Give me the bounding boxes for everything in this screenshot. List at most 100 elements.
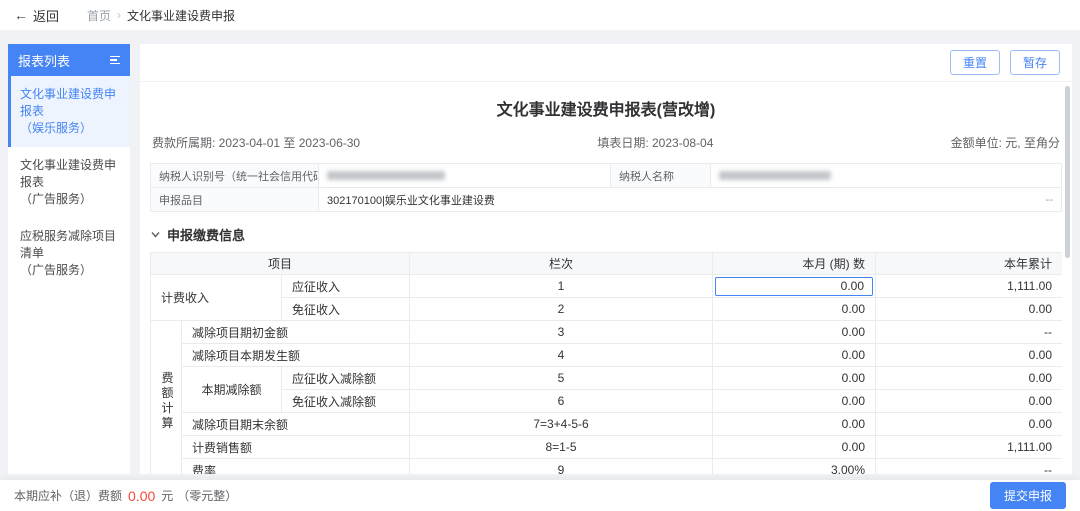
header-item: 项目 — [151, 253, 410, 275]
row-ytd: -- — [876, 321, 1062, 344]
amount-unit-label: 元 — [161, 487, 173, 504]
sidebar-item-sublabel: （广告服务） — [20, 191, 122, 208]
submit-declaration-button[interactable]: 提交申报 — [990, 482, 1066, 509]
row-current: 0.00 — [713, 390, 876, 413]
row-label: 免征收入 — [282, 298, 410, 321]
row-label: 应征收入减除额 — [282, 367, 410, 390]
row-current: 0.00 — [713, 436, 876, 459]
form-toolbar: 重置 暂存 — [140, 44, 1072, 82]
row-current: 0.00 — [713, 321, 876, 344]
row-column-no: 8=1-5 — [410, 436, 713, 459]
group-fee-calculation: 费额计算 — [151, 321, 182, 475]
taxable-income-current-input[interactable] — [715, 277, 873, 296]
collapse-menu-icon[interactable] — [110, 56, 120, 65]
table-row: 费率 9 3.00% -- — [151, 459, 1063, 475]
row-label: 费率 — [182, 459, 410, 475]
declare-item-extra: -- — [1046, 194, 1053, 206]
declaration-table: 项目 栏次 本月 (期) 数 本年累计 计费收入 应征收入 1 1,111.00 — [150, 252, 1062, 474]
header-current-period: 本月 (期) 数 — [713, 253, 876, 275]
report-list-sidebar: 报表列表 文化事业建设费申报表 （娱乐服务） 文化事业建设费申报表 （广告服务）… — [8, 44, 130, 474]
top-bar: ← 返回 首页 › 文化事业建设费申报 — [0, 0, 1080, 30]
group-current-deduction: 本期减除额 — [182, 367, 282, 413]
section-title: 申报缴费信息 — [167, 225, 245, 244]
table-row: 费额计算 减除项目期初金额 3 0.00 -- — [151, 321, 1063, 344]
payment-summary: 本期应补（退）费额 0.00 元 （零元整） — [14, 487, 237, 504]
sidebar-item-advertising-report[interactable]: 文化事业建设费申报表 （广告服务） — [8, 147, 130, 218]
breadcrumb-current: 文化事业建设费申报 — [127, 7, 235, 24]
fee-period: 费款所属期: 2023-04-01 至 2023-06-30 — [152, 134, 360, 151]
redacted-taxpayer-name — [719, 171, 831, 180]
table-row: 本期减除额 应征收入减除额 5 0.00 0.00 — [151, 367, 1063, 390]
sidebar-item-sublabel: （娱乐服务） — [20, 120, 122, 137]
back-arrow-icon: ← — [14, 8, 28, 22]
row-ytd: 1,111.00 — [876, 275, 1062, 298]
table-row: 减除项目本期发生额 4 0.00 0.00 — [151, 344, 1063, 367]
sidebar-item-deduction-list[interactable]: 应税服务减除项目清单 （广告服务） — [8, 218, 130, 289]
table-header-row: 项目 栏次 本月 (期) 数 本年累计 — [151, 253, 1063, 275]
row-ytd: 0.00 — [876, 413, 1062, 436]
taxpayer-info-table: 纳税人识别号（统一社会信用代码） 纳税人名称 申报品目 302170100|娱乐… — [150, 163, 1062, 212]
back-label: 返回 — [33, 6, 59, 25]
sidebar-header: 报表列表 — [8, 44, 130, 76]
redacted-taxpayer-id — [327, 171, 445, 180]
table-row: 计费销售额 8=1-5 0.00 1,111.00 — [151, 436, 1063, 459]
fill-date: 填表日期: 2023-08-04 — [597, 134, 713, 151]
breadcrumb: 首页 › 文化事业建设费申报 — [87, 7, 235, 24]
bottom-action-bar: 本期应补（退）费额 0.00 元 （零元整） 提交申报 — [0, 480, 1080, 511]
row-column-no: 3 — [410, 321, 713, 344]
sidebar-item-entertainment-report[interactable]: 文化事业建设费申报表 （娱乐服务） — [8, 76, 130, 147]
row-label: 免征收入减除额 — [282, 390, 410, 413]
row-column-no: 5 — [410, 367, 713, 390]
row-current: 0.00 — [713, 344, 876, 367]
sidebar-item-label: 文化事业建设费申报表 — [20, 86, 122, 120]
report-form-panel: 重置 暂存 文化事业建设费申报表(营改增) 费款所属期: 2023-04-01 … — [140, 44, 1072, 474]
reset-button[interactable]: 重置 — [950, 50, 1000, 75]
row-ytd: 0.00 — [876, 390, 1062, 413]
declare-item-value-cell: 302170100|娱乐业文化事业建设费 -- — [319, 188, 1062, 212]
row-current: 0.00 — [713, 298, 876, 321]
row-label: 应征收入 — [282, 275, 410, 298]
row-column-no: 9 — [410, 459, 713, 475]
declare-item-label: 申报品目 — [151, 188, 319, 212]
declaration-table-container: 项目 栏次 本月 (期) 数 本年累计 计费收入 应征收入 1 1,111.00 — [150, 252, 1062, 474]
row-label: 减除项目期初金额 — [182, 321, 410, 344]
sidebar-item-label: 应税服务减除项目清单 — [20, 228, 122, 262]
taxpayer-name-label: 纳税人名称 — [611, 164, 711, 188]
breadcrumb-home[interactable]: 首页 — [87, 7, 111, 24]
row-column-no: 6 — [410, 390, 713, 413]
breadcrumb-separator: › — [117, 8, 121, 22]
row-column-no: 1 — [410, 275, 713, 298]
row-column-no: 2 — [410, 298, 713, 321]
amount-capital: （零元整） — [177, 487, 237, 504]
taxpayer-id-value — [319, 164, 611, 188]
sidebar-item-label: 文化事业建设费申报表 — [20, 157, 122, 191]
vertical-scrollbar[interactable] — [1065, 86, 1070, 258]
row-label: 计费销售额 — [182, 436, 410, 459]
row-label: 减除项目本期发生额 — [182, 344, 410, 367]
taxpayer-name-value — [711, 164, 1062, 188]
header-year-to-date: 本年累计 — [876, 253, 1062, 275]
row-ytd: 1,111.00 — [876, 436, 1062, 459]
sidebar-title: 报表列表 — [18, 51, 70, 70]
payable-amount: 0.00 — [128, 488, 155, 504]
back-button[interactable]: ← 返回 — [14, 6, 59, 25]
row-current: 0.00 — [713, 413, 876, 436]
row-ytd: 0.00 — [876, 344, 1062, 367]
row-ytd: 0.00 — [876, 298, 1062, 321]
row-label: 减除项目期末余额 — [182, 413, 410, 436]
row-column-no: 7=3+4-5-6 — [410, 413, 713, 436]
report-title: 文化事业建设费申报表(营改增) — [140, 96, 1072, 120]
row-current: 0.00 — [713, 367, 876, 390]
group-billable-income: 计费收入 — [151, 275, 282, 321]
summary-prefix: 本期应补（退）费额 — [14, 487, 122, 504]
report-meta-row: 费款所属期: 2023-04-01 至 2023-06-30 填表日期: 202… — [152, 134, 1060, 151]
table-row: 减除项目期末余额 7=3+4-5-6 0.00 0.00 — [151, 413, 1063, 436]
stash-button[interactable]: 暂存 — [1010, 50, 1060, 75]
declare-item-value: 302170100|娱乐业文化事业建设费 — [327, 192, 495, 208]
table-row: 免征收入减除额 6 0.00 0.00 — [151, 390, 1063, 413]
section-header-payment-info[interactable]: 申报缴费信息 — [150, 225, 1062, 244]
row-column-no: 4 — [410, 344, 713, 367]
row-current-cell — [713, 275, 876, 298]
row-current: 3.00% — [713, 459, 876, 475]
row-ytd: 0.00 — [876, 367, 1062, 390]
